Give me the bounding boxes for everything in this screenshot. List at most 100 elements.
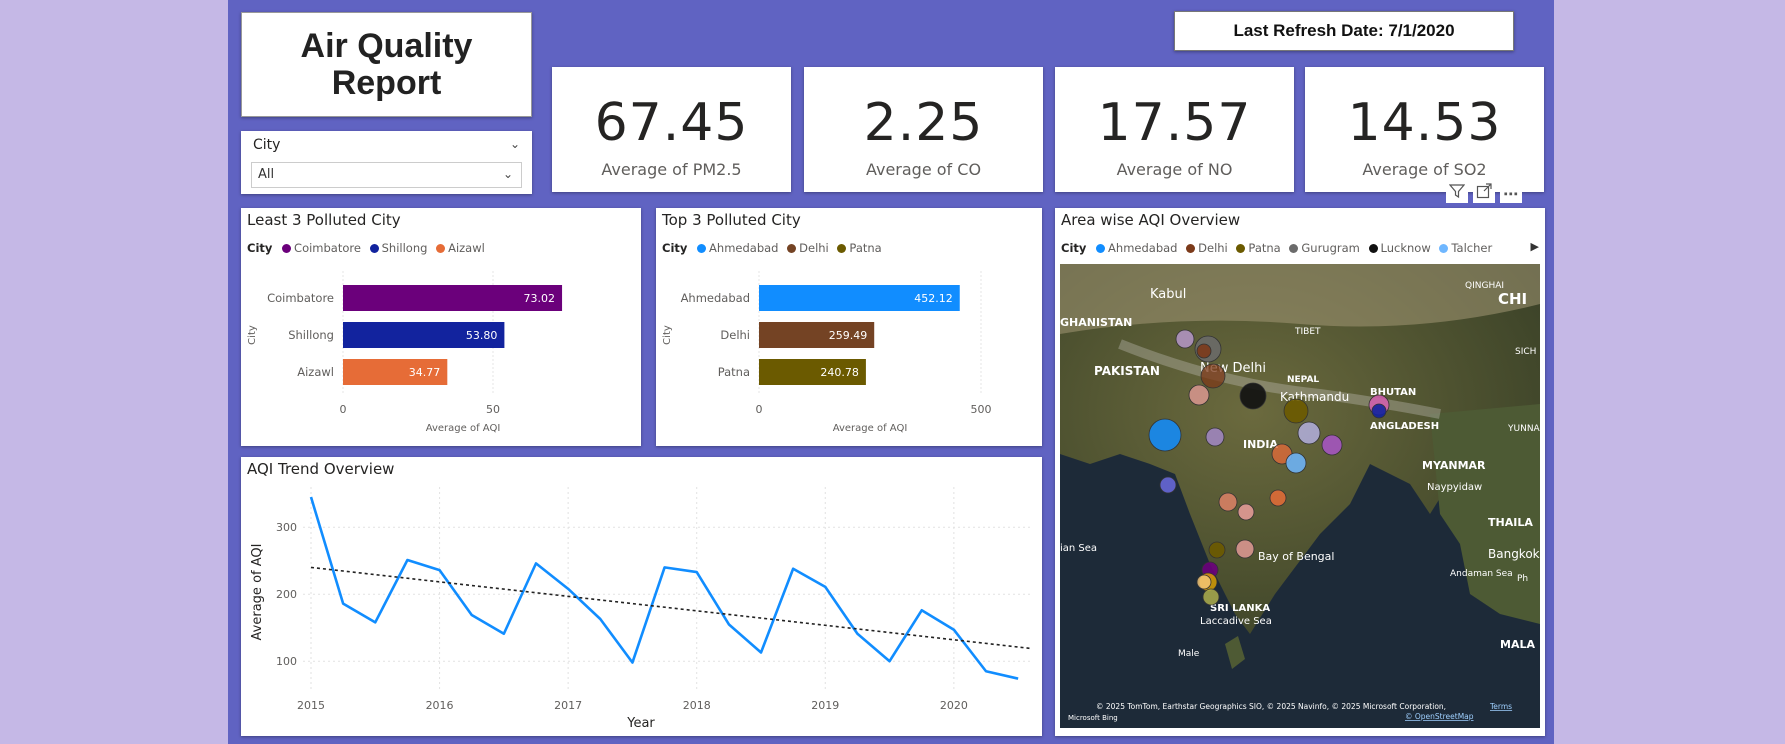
city-bubble[interactable] (1218, 492, 1238, 512)
city-bubble[interactable] (1200, 363, 1226, 389)
city-bubble[interactable] (1283, 398, 1309, 424)
legend-dot (1368, 244, 1378, 253)
more-options-icon[interactable]: ⋯ (1499, 185, 1522, 203)
city-bubble[interactable] (1188, 384, 1210, 406)
report-canvas: Air Quality Report Last Refresh Date: 7/… (228, 0, 1554, 744)
city-bubble[interactable] (1297, 421, 1321, 445)
city-bubble[interactable] (1159, 476, 1177, 494)
legend-dot (1289, 244, 1299, 253)
filter-icon[interactable] (1446, 183, 1468, 203)
data-label: 73.02 (524, 292, 556, 305)
kpi-card-so2[interactable]: 14.53 Average of SO2 (1305, 67, 1544, 192)
city-bubble[interactable] (1196, 574, 1212, 590)
top-bar-chart: 0 500 Ahmedabad 452.12 Delhi 259.49 Patna 240.7… (662, 271, 992, 434)
chevron-down-icon[interactable]: ⌄ (503, 167, 513, 181)
y-tick-label: 300 (276, 521, 297, 534)
kpi-value: 2.25 (863, 93, 984, 153)
category-label: Aizawl (297, 365, 334, 379)
map-place-label: Laccadive Sea (1200, 616, 1272, 627)
aqi-series-line[interactable] (309, 496, 1019, 680)
legend-dot (1439, 244, 1449, 253)
city-bubble[interactable] (1285, 452, 1307, 474)
map-place-label: Naypyidaw (1427, 482, 1482, 493)
category-label: Coimbatore (267, 291, 334, 305)
city-bubble[interactable] (1148, 418, 1182, 452)
osm-link[interactable]: © OpenStreetMap (1405, 712, 1474, 721)
legend-dot (1236, 244, 1246, 253)
kpi-card-pm25[interactable]: 67.45 Average of PM2.5 (552, 67, 791, 192)
trend-line (310, 566, 1032, 650)
data-label: 34.77 (409, 366, 441, 379)
kpi-card-co[interactable]: 2.25 Average of CO (804, 67, 1043, 192)
city-bubble[interactable] (1205, 427, 1225, 447)
kpi-value: 14.53 (1347, 93, 1502, 153)
map-canvas[interactable]: KabulQINGHAICHIGHANISTANTIBETSICHPAKISTA… (1060, 264, 1540, 728)
map-place-label: MYANMAR (1422, 459, 1486, 472)
city-bubble[interactable] (1371, 403, 1387, 419)
legend-next-icon[interactable]: ▶ (1531, 240, 1539, 253)
x-axis-title: Average of AQI (426, 423, 501, 434)
x-tick-label: 2015 (297, 699, 325, 712)
kpi-card-no[interactable]: 17.57 Average of NO (1055, 67, 1294, 192)
last-refresh-date: Last Refresh Date: 7/1/2020 (1174, 11, 1514, 51)
map-place-label: Kabul (1150, 287, 1186, 302)
y-tick-label: 100 (276, 655, 297, 668)
legend-label: Gurugram (1301, 241, 1360, 255)
legend-item[interactable]: Delhi (1186, 241, 1228, 255)
legend-label: Lucknow (1380, 241, 1431, 255)
slicer-label: City (253, 137, 281, 153)
city-bubble[interactable] (1237, 503, 1255, 521)
chevron-down-icon[interactable]: ⌄ (510, 137, 520, 151)
x-tick-label: 2020 (940, 699, 968, 712)
city-bubble[interactable] (1196, 343, 1212, 359)
y-axis-title: City (247, 325, 258, 345)
x-tick-label: 0 (340, 403, 347, 416)
category-label: Shillong (288, 328, 334, 342)
y-axis-title: City (662, 325, 673, 345)
least-bar-chart: 0 50 Coimbatore 73.02 Shillong 53.80 Aizawl 34.… (247, 271, 563, 434)
visual-header-icons: ⋯ (1446, 183, 1522, 203)
map-place-label: GHANISTAN (1060, 316, 1132, 329)
map-place-label: SICH (1515, 347, 1536, 357)
city-bubble[interactable] (1175, 329, 1195, 349)
x-tick-label: 500 (971, 403, 992, 416)
map-place-label: PAKISTAN (1094, 364, 1160, 378)
city-bubble[interactable] (1321, 434, 1343, 456)
x-tick-label: 2019 (811, 699, 839, 712)
top-polluted-visual[interactable]: Top 3 Polluted City City Ahmedabad Delhi… (656, 208, 1042, 446)
city-bubble[interactable] (1269, 489, 1287, 507)
legend-item[interactable]: Lucknow (1368, 241, 1431, 255)
bing-logo: Microsoft Bing (1068, 714, 1118, 722)
map-place-label: YUNNA (1507, 424, 1540, 434)
city-bubble[interactable] (1239, 382, 1267, 410)
kpi-value: 67.45 (594, 93, 749, 153)
x-axis-title: Year (626, 716, 655, 731)
legend-item[interactable]: Ahmedabad (1096, 241, 1177, 255)
city-slicer[interactable]: City ⌄ All ⌄ (241, 131, 532, 194)
city-bubble[interactable] (1235, 539, 1255, 559)
legend-item[interactable]: Patna (1236, 241, 1281, 255)
focus-mode-icon[interactable] (1472, 183, 1495, 203)
map-place-label: THAILA (1488, 516, 1533, 529)
legend-label: Talcher (1451, 241, 1493, 255)
data-label: 240.78 (820, 366, 859, 379)
map-place-label: SRI LANKA (1210, 603, 1270, 614)
legend-item[interactable]: Gurugram (1289, 241, 1360, 255)
map-place-label: Bay of Bengal (1258, 550, 1334, 563)
city-bubble[interactable] (1202, 588, 1220, 606)
city-dropdown[interactable]: All ⌄ (251, 162, 522, 188)
aqi-trend-visual[interactable]: AQI Trend Overview 100 200 300 2015 2016 2017… (241, 457, 1042, 736)
city-bubble[interactable] (1208, 541, 1226, 559)
data-label: 259.49 (829, 329, 868, 342)
least-polluted-visual[interactable]: Least 3 Polluted City City Coimbatore Sh… (241, 208, 641, 446)
kpi-label: Average of NO (1116, 160, 1233, 179)
visual-title: Area wise AQI Overview (1061, 211, 1241, 229)
map-place-label: Male (1178, 649, 1200, 659)
data-label: 452.12 (914, 292, 953, 305)
area-aqi-map-visual[interactable]: Area wise AQI Overview City Ahmedabad De… (1055, 208, 1545, 736)
map-terms-link[interactable]: Terms (1489, 702, 1512, 711)
legend-item[interactable]: Talcher (1439, 241, 1492, 255)
map-place-label: ian Sea (1060, 543, 1097, 554)
map-place-label: NEPAL (1287, 375, 1319, 385)
map-place-label: ANGLADESH (1370, 421, 1439, 432)
